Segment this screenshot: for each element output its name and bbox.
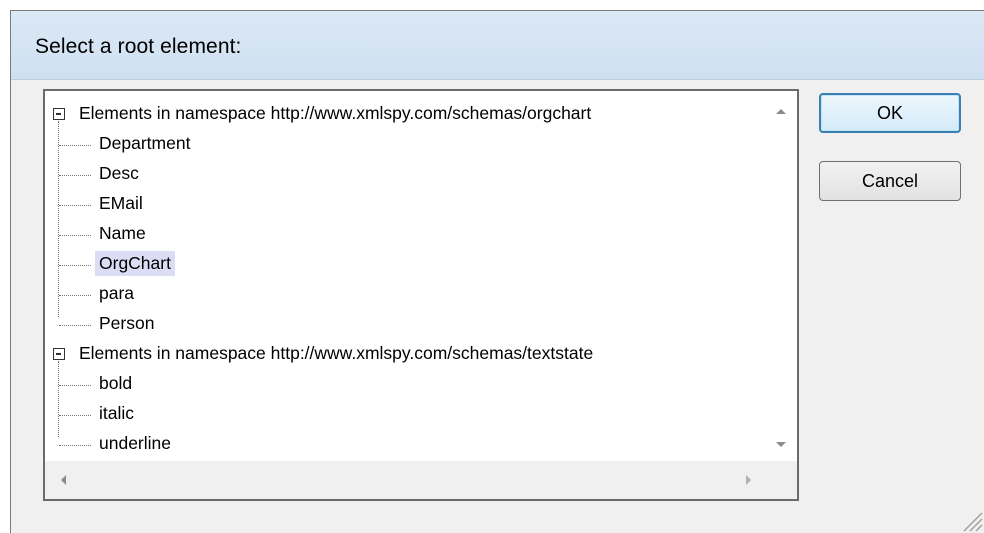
scrollbar-corner [765, 461, 797, 499]
tree-connector-line [59, 295, 91, 296]
ok-button[interactable]: OK [819, 93, 961, 133]
tree-connector-line [59, 175, 91, 176]
tree-connector-line [58, 361, 59, 437]
tree-item-label: Person [99, 313, 155, 333]
tree-item-label: Desc [99, 163, 139, 183]
tree-connector-line [59, 265, 91, 266]
tree-item-label: italic [99, 403, 135, 423]
tree-connector-line [59, 325, 91, 326]
scroll-left-icon[interactable] [61, 475, 66, 485]
tree-item-label: bold [99, 373, 133, 393]
cancel-button[interactable]: Cancel [819, 161, 961, 201]
tree-connector-line [58, 121, 59, 317]
element-tree[interactable]: Elements in namespace http://www.xmlspy.… [43, 89, 799, 501]
scroll-down-icon[interactable] [776, 442, 786, 447]
horizontal-scrollbar[interactable] [45, 461, 765, 499]
resize-grip-icon[interactable] [958, 507, 984, 533]
namespace-label: Elements in namespace http://www.xmlspy.… [79, 343, 594, 363]
dialog-title: Select a root element: [35, 35, 242, 58]
tree-item-label: Department [99, 133, 191, 153]
collapse-icon[interactable] [53, 348, 65, 360]
dialog-header: Select a root element: [11, 11, 984, 80]
tree-item-label: OrgChart [95, 251, 175, 276]
tree-connector-line [59, 145, 91, 146]
namespace-label: Elements in namespace http://www.xmlspy.… [79, 103, 592, 123]
tree-item-label: para [99, 283, 135, 303]
tree-connector-line [59, 205, 91, 206]
collapse-icon[interactable] [53, 108, 65, 120]
select-root-element-dialog: Select a root element: Elements in names… [10, 10, 984, 533]
scroll-up-icon[interactable] [776, 109, 786, 114]
tree-item-label: Name [99, 223, 146, 243]
tree-connector-line [59, 235, 91, 236]
tree-connector-line [59, 415, 91, 416]
scroll-right-icon[interactable] [746, 475, 751, 485]
tree-item-label: EMail [99, 193, 143, 213]
tree-connector-line [59, 385, 91, 386]
tree-item-label: underline [99, 433, 171, 453]
vertical-scrollbar[interactable] [765, 91, 797, 461]
tree-content: Elements in namespace http://www.xmlspy.… [45, 91, 765, 461]
tree-connector-line [59, 445, 91, 446]
